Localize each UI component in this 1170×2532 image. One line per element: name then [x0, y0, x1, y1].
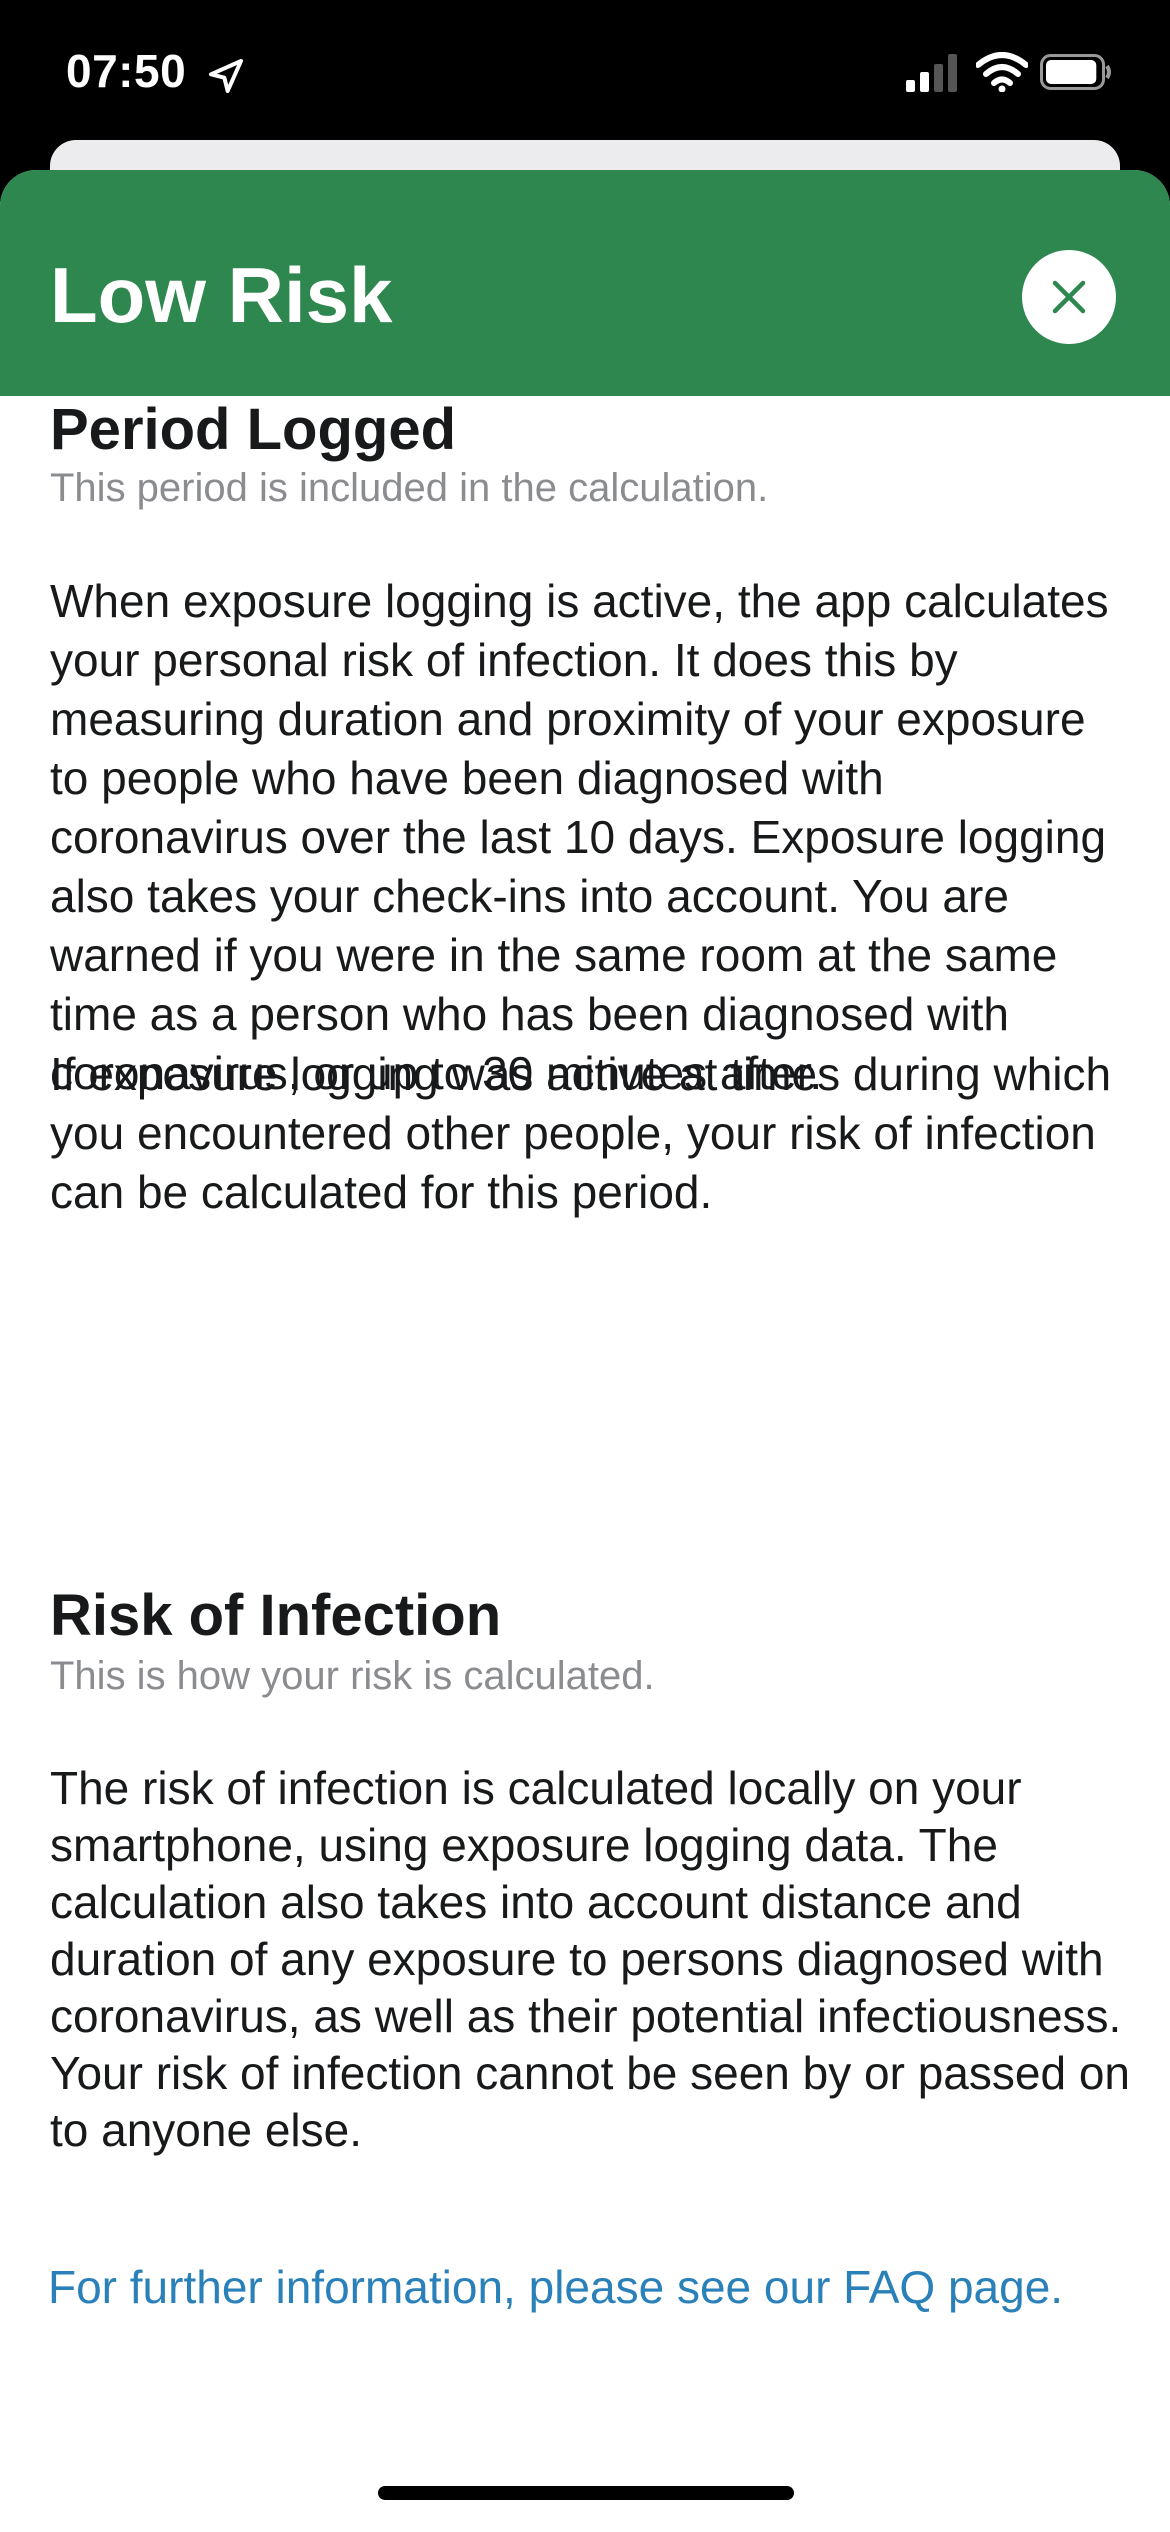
sheet-header: Low Risk	[0, 170, 1170, 396]
paragraph-local-calculation: The risk of infection is calculated loca…	[50, 1762, 1130, 2156]
location-arrow-icon	[209, 59, 243, 93]
paragraph-exposure-logging: When exposure logging is active, the app…	[50, 575, 1109, 1099]
close-button[interactable]	[1022, 250, 1116, 344]
home-indicator[interactable]	[378, 2486, 794, 2500]
screen: 07:50 Low Risk Period Logged This period…	[0, 0, 1170, 2532]
section-subtitle-risk-of-infection: This is how your risk is calculated.	[50, 1654, 655, 1698]
cellular-signal-icon	[906, 54, 957, 92]
sheet-title: Low Risk	[50, 251, 393, 339]
risk-info-sheet: Low Risk Period Logged This period is in…	[0, 170, 1170, 2532]
battery-icon	[1040, 54, 1111, 90]
status-bar: 07:50	[0, 0, 1170, 140]
wifi-icon	[976, 52, 1028, 92]
faq-link[interactable]: For further information, please see our …	[48, 2260, 1148, 2314]
status-time: 07:50	[66, 45, 187, 97]
paragraph-risk-calculation-period: If exposure logging was active at times …	[50, 1048, 1112, 1218]
section-title-risk-of-infection: Risk of Infection	[50, 1583, 502, 1648]
section-title-period-logged: Period Logged	[50, 397, 456, 462]
section-subtitle-period-logged: This period is included in the calculati…	[50, 466, 769, 510]
close-icon	[1052, 280, 1086, 314]
